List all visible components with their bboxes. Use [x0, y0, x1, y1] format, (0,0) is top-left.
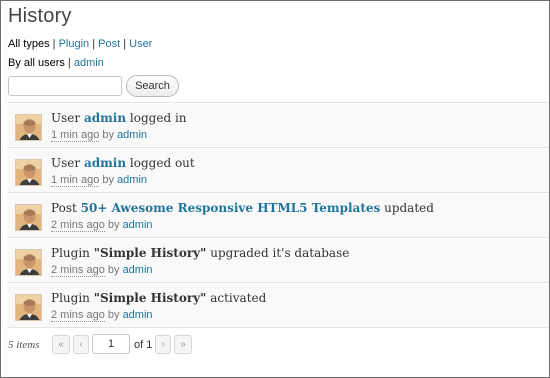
history-item-by-label: by: [107, 309, 120, 321]
history-item-by-label: by: [107, 219, 120, 231]
filter-all-types[interactable]: All types: [8, 38, 50, 50]
user-filter: By all users | admin: [8, 57, 104, 69]
history-item-description: Plugin "Simple History" activated: [51, 291, 266, 305]
history-item-time: 2 mins ago: [51, 264, 105, 277]
user-avatar-icon: [16, 205, 41, 230]
previous-page-button[interactable]: ‹: [73, 335, 89, 354]
history-item-time: 1 min ago: [51, 129, 100, 142]
history-item-action: activated: [210, 291, 267, 305]
total-pages-label: of 1: [134, 339, 153, 351]
history-item-time: 1 min ago: [51, 174, 100, 187]
user-avatar-icon: [16, 115, 41, 140]
history-item-object[interactable]: admin: [84, 156, 126, 170]
filter-user-admin[interactable]: admin: [74, 57, 104, 69]
history-item-description: Plugin "Simple History" upgraded it's da…: [51, 246, 349, 260]
history-item-type: User: [51, 111, 81, 125]
history-item-by-label: by: [102, 174, 114, 186]
first-page-button[interactable]: «: [52, 335, 70, 354]
filter-all-users[interactable]: By all users: [8, 57, 65, 69]
history-item-by-label: by: [102, 129, 114, 141]
history-item-action: updated: [384, 201, 434, 215]
history-item-meta: 2 mins ago by admin: [51, 219, 153, 232]
history-item-meta: 2 mins ago by admin: [51, 309, 153, 322]
history-item-type: Plugin: [51, 246, 90, 260]
history-item-object: "Simple History": [93, 291, 207, 305]
history-item-time: 2 mins ago: [51, 309, 105, 322]
history-item-type: Post: [51, 201, 77, 215]
type-filter: All types | Plugin | Post | User: [8, 38, 152, 50]
history-item-user-link[interactable]: admin: [123, 309, 153, 321]
search-button[interactable]: Search: [126, 75, 179, 97]
filter-separator: |: [92, 38, 96, 50]
avatar: [15, 249, 42, 276]
history-item-object: "Simple History": [93, 246, 207, 260]
user-avatar-icon: [16, 250, 41, 275]
filter-separator: |: [67, 57, 71, 69]
history-item-meta: 1 min ago by admin: [51, 174, 147, 187]
history-item-meta: 2 mins ago by admin: [51, 264, 153, 277]
user-avatar-icon: [16, 160, 41, 185]
avatar: [15, 159, 42, 186]
page-title: History: [8, 5, 72, 27]
history-item-user-link[interactable]: admin: [117, 129, 147, 141]
history-item-action: upgraded it's database: [210, 246, 350, 260]
search-input[interactable]: [8, 76, 122, 96]
history-item-object[interactable]: 50+ Awesome Responsive HTML5 Templates: [81, 201, 381, 215]
filter-separator: |: [52, 38, 56, 50]
history-item-type: User: [51, 156, 81, 170]
avatar: [15, 294, 42, 321]
last-page-button[interactable]: »: [174, 335, 192, 354]
next-page-button[interactable]: ›: [155, 335, 171, 354]
history-item: Post 50+ Awesome Responsive HTML5 Templa…: [7, 193, 549, 238]
filter-type-post[interactable]: Post: [98, 38, 120, 50]
filter-type-user[interactable]: User: [129, 38, 152, 50]
user-avatar-icon: [16, 295, 41, 320]
history-item-user-link[interactable]: admin: [117, 174, 147, 186]
avatar: [15, 204, 42, 231]
history-item-description: User admin logged in: [51, 111, 187, 125]
items-count: 5 items: [8, 339, 40, 351]
filter-type-plugin[interactable]: Plugin: [59, 38, 90, 50]
history-list: User admin logged in 1 min ago by admin Us…: [7, 102, 549, 328]
history-item-by-label: by: [107, 264, 120, 276]
history-item-user-link[interactable]: admin: [123, 264, 153, 276]
history-item-action: logged out: [129, 156, 195, 170]
history-item-object[interactable]: admin: [84, 111, 126, 125]
history-panel: History All types | Plugin | Post | User…: [0, 0, 550, 378]
current-page-input[interactable]: 1: [92, 334, 130, 354]
history-item-action: logged in: [129, 111, 187, 125]
history-item-user-link[interactable]: admin: [123, 219, 153, 231]
history-item-description: User admin logged out: [51, 156, 195, 170]
filter-separator: |: [123, 38, 127, 50]
history-item-time: 2 mins ago: [51, 219, 105, 232]
history-item-description: Post 50+ Awesome Responsive HTML5 Templa…: [51, 201, 434, 215]
history-item: Plugin "Simple History" activated 2 mins …: [7, 283, 549, 328]
history-item-meta: 1 min ago by admin: [51, 129, 147, 142]
history-item: Plugin "Simple History" upgraded it's da…: [7, 238, 549, 283]
avatar: [15, 114, 42, 141]
history-item-type: Plugin: [51, 291, 90, 305]
history-item: User admin logged out 1 min ago by admin: [7, 148, 549, 193]
history-item: User admin logged in 1 min ago by admin: [7, 103, 549, 148]
